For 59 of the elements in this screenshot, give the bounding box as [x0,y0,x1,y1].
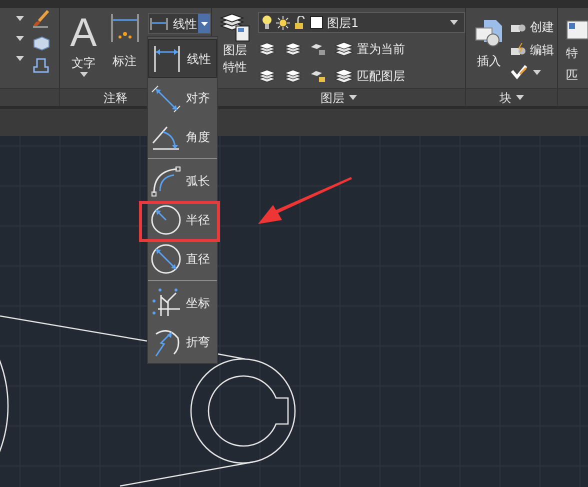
caret-icon[interactable] [16,56,24,61]
brush-icon[interactable] [32,10,50,28]
radius-dimension-icon [150,204,182,236]
caret-icon[interactable] [348,95,356,100]
arc-dimension-icon [150,164,182,196]
sun-icon [276,16,290,30]
text-tool[interactable]: A 文字 [66,12,101,88]
dimension-tool[interactable]: 标注 [107,12,142,88]
tool-label: 匹 [566,67,579,84]
layers-icon[interactable] [334,66,354,86]
caret-icon[interactable] [16,36,24,41]
unlocked-icon [294,16,306,30]
caret-icon[interactable] [516,95,524,100]
bulb-icon [262,15,272,30]
menu-item[interactable]: 对齐 [148,78,217,117]
layer-combo[interactable]: 图层1 [258,12,465,33]
panel-title: 图层 [320,90,344,106]
text-icon: A [70,12,97,54]
insert-block-icon [474,18,504,48]
outline-line [218,353,246,360]
caret-icon[interactable] [16,16,24,21]
menu-item[interactable]: 半径 [148,200,217,239]
linear-dimension-dropdown[interactable]: 线性 [148,13,211,34]
linear-dimension-icon [149,16,169,30]
combo-caret-icon[interactable] [450,20,458,25]
menu-item[interactable]: 弧长 [148,161,217,200]
tool-label: 特 [566,45,579,62]
layer-action[interactable]: 匹配图层 [334,66,405,86]
panel-title: 块 [500,90,512,106]
diameter-dimension-icon [150,242,182,274]
menu-item[interactable]: 角度 [148,117,217,156]
check-pencil-icon[interactable] [510,64,528,80]
menu-item[interactable]: 直径 [148,239,217,278]
layers-icon[interactable] [258,40,276,58]
layer-properties-tool[interactable]: 图层 特性 [218,12,252,88]
properties-icon[interactable] [566,20,588,40]
menu-item[interactable]: 线性 [148,39,217,78]
layers-icon[interactable] [258,67,276,85]
ordinate-dimension-icon [150,286,182,318]
panel-title: 注释 [104,90,128,106]
layers-icon[interactable] [334,39,354,59]
layer-lock-icon[interactable] [310,68,326,84]
layer-properties-icon [220,12,250,42]
layer-color-swatch [310,16,323,29]
layer-action[interactable]: 置为当前 [334,39,405,59]
layers-icon[interactable] [284,40,302,58]
block-action[interactable]: 编辑 [510,41,554,59]
menu-item[interactable]: 折弯 [148,322,217,361]
block-edit-icon [510,43,526,57]
caret-icon[interactable] [533,70,541,74]
menu-item[interactable]: 坐标 [148,283,217,322]
caret-icon[interactable] [80,72,88,77]
layer-name: 图层1 [327,14,359,32]
block-action[interactable]: 创建 [510,18,554,36]
layers-icon[interactable] [284,67,302,85]
layer-lock-icon[interactable] [310,41,326,57]
dimension-icon [110,12,140,44]
outline-shape-icon[interactable] [32,56,50,74]
insert-tool[interactable]: 插入 [472,18,506,88]
